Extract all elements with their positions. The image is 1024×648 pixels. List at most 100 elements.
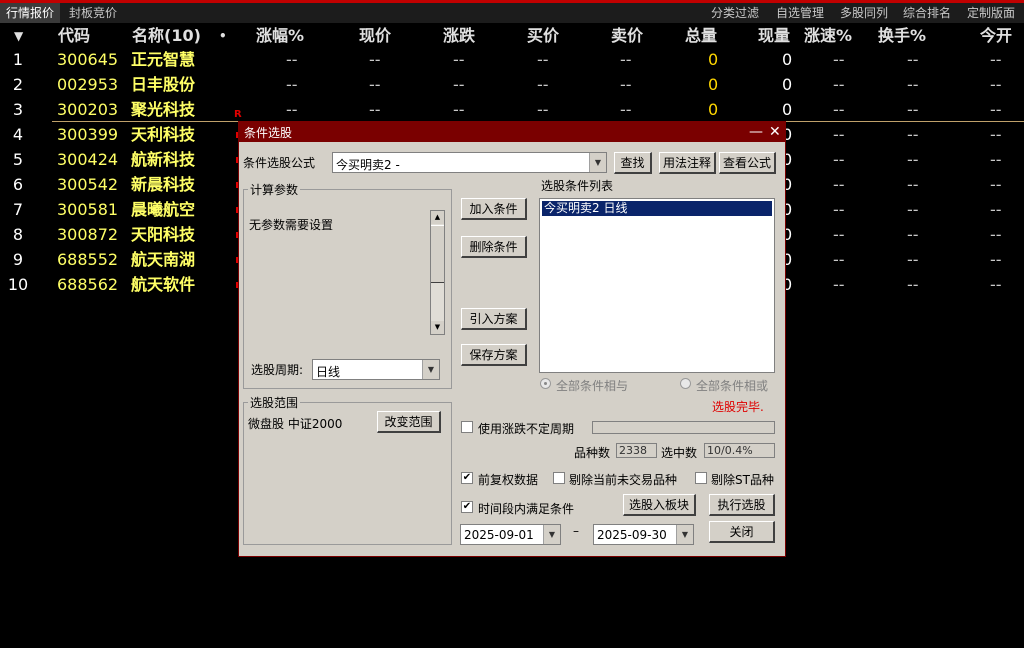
usage-notes-button[interactable]: 用法注释 (659, 152, 716, 174)
col-code[interactable]: 代码 (58, 25, 90, 47)
chevron-down-icon[interactable]: ▼ (589, 153, 606, 172)
col-speed[interactable]: 涨速% (804, 25, 852, 47)
menu-category-filter[interactable]: 分类过滤 (711, 3, 759, 23)
stock-code: 300581 (57, 200, 119, 219)
menu-ranking[interactable]: 综合排名 (903, 3, 951, 23)
stock-name: 天阳科技 (131, 225, 196, 244)
cell-ask: -- (620, 50, 632, 69)
time-range-label: 时间段内满足条件 (478, 502, 575, 516)
stock-code: 300424 (57, 150, 119, 169)
date-to-picker[interactable]: 2025-09-30 ▼ (593, 524, 694, 545)
cell-turnover: -- (907, 200, 919, 219)
cell-open: -- (990, 50, 1002, 69)
import-plan-button[interactable]: 引入方案 (461, 308, 527, 330)
exclude-untraded-label: 剔除当前未交易品种 (569, 473, 678, 487)
stock-name: 正元智慧 (131, 50, 196, 69)
dialog-title: 条件选股 (244, 126, 293, 140)
row-number: 4 (12, 125, 24, 144)
save-plan-button[interactable]: 保存方案 (461, 344, 527, 366)
stock-code: 300645 (57, 50, 119, 69)
menu-custom-layout[interactable]: 定制版面 (967, 3, 1015, 23)
stock-name: 航天南湖 (131, 250, 196, 269)
col-ask[interactable]: 卖价 (611, 25, 643, 47)
row-number: 9 (12, 250, 24, 269)
cell-current-volume: 0 (782, 50, 793, 69)
radio-and-label: 全部条件相与 (556, 379, 629, 393)
minimize-icon[interactable]: — (749, 122, 763, 142)
radio-or[interactable] (680, 378, 691, 389)
variable-period-checkbox[interactable] (461, 421, 473, 433)
cell-volume: 0 (708, 75, 719, 94)
chevron-down-icon[interactable]: ▼ (676, 525, 693, 544)
count-value: 2338 (616, 443, 657, 458)
row-number: 8 (12, 225, 24, 244)
close-button[interactable]: 关闭 (709, 521, 775, 543)
exclude-untraded-checkbox[interactable] (553, 472, 565, 484)
col-volume[interactable]: 总量 (685, 25, 717, 47)
condition-list-item[interactable]: 今买明卖2 日线 (542, 201, 772, 216)
table-row[interactable]: 1 300645 正元智慧 -- -- -- -- -- -- -- -- 0 0 (0, 47, 1024, 72)
col-change-pct[interactable]: 涨幅% (256, 25, 304, 47)
adj-label: 前复权数据 (478, 473, 539, 487)
cell-turnover: -- (907, 225, 919, 244)
time-range-checkbox[interactable]: ✔ (461, 501, 473, 513)
cell-turnover: -- (907, 175, 919, 194)
chevron-down-icon[interactable]: ▼ (543, 525, 560, 544)
stock-name: 航新科技 (131, 150, 196, 169)
cell-speed: -- (833, 250, 845, 269)
date-from-picker[interactable]: 2025-09-01 ▼ (460, 524, 561, 545)
add-condition-button[interactable]: 加入条件 (461, 198, 527, 220)
stock-code: 688562 (57, 275, 119, 294)
stock-code: 002953 (57, 75, 119, 94)
find-button[interactable]: 查找 (614, 152, 652, 174)
tab-quotes[interactable]: 行情报价 (0, 3, 61, 23)
view-formula-button[interactable]: 查看公式 (719, 152, 776, 174)
cell-open: -- (990, 250, 1002, 269)
table-row[interactable]: 2 002953 日丰股份 -- -- -- -- -- -- -- -- 0 0 (0, 72, 1024, 97)
col-bid[interactable]: 买价 (527, 25, 559, 47)
status-text: 选股完毕. (712, 400, 764, 414)
close-icon[interactable]: ✕ (769, 122, 781, 142)
dialog-titlebar[interactable]: 条件选股 — ✕ (239, 122, 785, 142)
add-to-block-button[interactable]: 选股入板块 (623, 494, 696, 516)
period-combo[interactable]: 日线 ▼ (312, 359, 440, 380)
table-row[interactable]: 3 300203 聚光科技 -- -- -- -- -- -- -- -- 0 0 (0, 97, 1024, 122)
formula-combo[interactable]: 今买明卖2 - ▼ (332, 152, 607, 173)
execute-select-button[interactable]: 执行选股 (709, 494, 775, 516)
scroll-up-icon[interactable]: ▲ (431, 211, 444, 224)
cell-bid: -- (537, 75, 549, 94)
params-scrollbar[interactable]: ▲ ▼ (430, 210, 445, 335)
cell-current-volume: 0 (782, 75, 793, 94)
condition-list[interactable]: 今买明卖2 日线 (539, 198, 775, 373)
col-change[interactable]: 涨跌 (443, 25, 475, 47)
menu-multi-stock[interactable]: 多股同列 (840, 3, 888, 23)
cell-price: -- (369, 50, 381, 69)
stock-name: 晨曦航空 (131, 200, 196, 219)
tab-auction[interactable]: 封板竞价 (63, 3, 123, 23)
menu-watchlist[interactable]: 自选管理 (776, 3, 824, 23)
exclude-st-checkbox[interactable] (695, 472, 707, 484)
scroll-down-icon[interactable]: ▼ (431, 321, 444, 334)
col-price[interactable]: 现价 (359, 25, 391, 47)
cell-turnover: -- (907, 150, 919, 169)
stock-name: 聚光科技 (131, 100, 196, 119)
cell-turnover: -- (907, 100, 919, 119)
adj-checkbox[interactable]: ✔ (461, 472, 473, 484)
sort-down-icon[interactable]: ▼ (14, 25, 23, 47)
date-to-value: 2025-09-30 (597, 528, 667, 542)
row-number: 7 (12, 200, 24, 219)
col-current-volume[interactable]: 现量 (758, 25, 790, 47)
scroll-thumb[interactable] (431, 225, 444, 283)
change-scope-button[interactable]: 改变范围 (377, 411, 441, 433)
chevron-down-icon[interactable]: ▼ (422, 360, 439, 379)
cell-current-volume: 0 (782, 100, 793, 119)
col-open[interactable]: 今开 (980, 25, 1012, 47)
cell-change-pct: -- (286, 50, 298, 69)
radio-and[interactable] (540, 378, 551, 389)
cell-change-pct: -- (286, 75, 298, 94)
delete-condition-button[interactable]: 删除条件 (461, 236, 527, 258)
col-turnover[interactable]: 换手% (878, 25, 926, 47)
col-name[interactable]: 名称(10) (132, 25, 201, 47)
row-number: 1 (12, 50, 24, 69)
cell-turnover: -- (907, 50, 919, 69)
